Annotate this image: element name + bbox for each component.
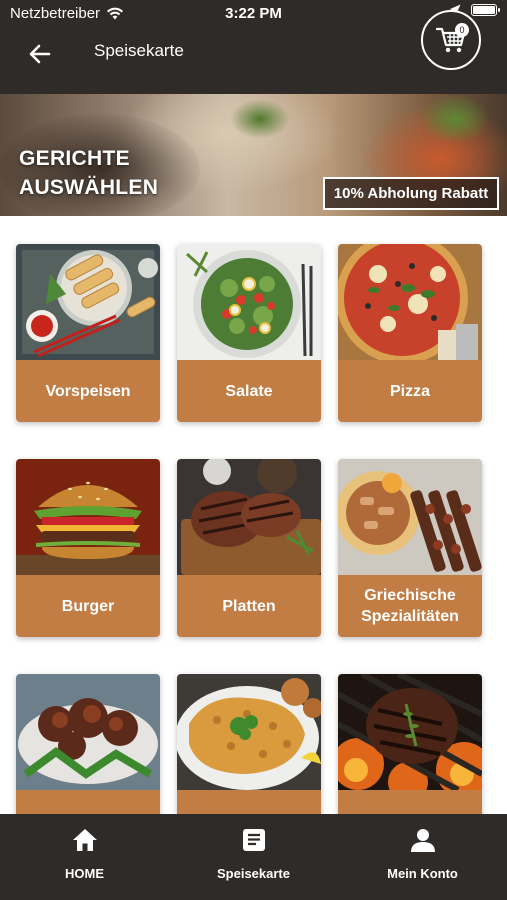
category-label-grillspezialitaeten: Grillspezialitäten [16, 790, 160, 814]
category-image-platten [177, 459, 321, 575]
category-grid: Vorspeisen Salate Pizza Burger Platten G… [0, 216, 507, 814]
category-image-schweineschnitzel [177, 674, 321, 790]
category-card-burger[interactable]: Burger [16, 459, 160, 637]
category-image-grillspezialitaeten [16, 674, 160, 790]
category-card-platten[interactable]: Platten [177, 459, 321, 637]
cart-count-badge: 0 [455, 23, 469, 37]
category-card-vorspeisen[interactable]: Vorspeisen [16, 244, 160, 422]
category-label-griechische-spezialitaeten: Griechische Spezialitäten [338, 575, 482, 637]
hero-banner: GERICHTE AUSWÄHLEN 10% Abholung Rabatt [0, 94, 507, 216]
category-label-platten: Platten [177, 575, 321, 637]
nav-speisekarte-label: Speisekarte [217, 866, 290, 881]
nav-mein-konto-label: Mein Konto [387, 866, 458, 881]
category-card-steak-vom-grill[interactable]: Steak vom Grill [338, 674, 482, 814]
hero-title: GERICHTE AUSWÄHLEN [19, 144, 158, 202]
category-label-burger: Burger [16, 575, 160, 637]
nav-home-label: HOME [65, 866, 104, 881]
category-card-pizza[interactable]: Pizza [338, 244, 482, 422]
back-button[interactable] [24, 38, 56, 70]
category-label-pizza: Pizza [338, 360, 482, 422]
category-label-salate: Salate [177, 360, 321, 422]
category-card-salate[interactable]: Salate [177, 244, 321, 422]
category-image-griechische-spezialitaeten [338, 459, 482, 575]
nav-mein-konto[interactable]: Mein Konto [338, 814, 507, 900]
user-icon [410, 829, 435, 852]
category-label-vorspeisen: Vorspeisen [16, 360, 160, 422]
category-image-steak-vom-grill [338, 674, 482, 790]
category-card-griechische-spezialitaeten[interactable]: Griechische Spezialitäten [338, 459, 482, 637]
category-image-salate [177, 244, 321, 360]
category-card-grillspezialitaeten[interactable]: Grillspezialitäten [16, 674, 160, 814]
category-image-vorspeisen [16, 244, 160, 360]
category-image-pizza [338, 244, 482, 360]
menu-card-icon [242, 829, 265, 851]
page-title: Speisekarte [94, 41, 184, 60]
cart-button[interactable] [421, 10, 481, 70]
category-label-schweineschnitzel: Schweineschnitzel [177, 790, 321, 814]
battery-icon [471, 4, 500, 16]
home-icon [72, 829, 97, 851]
category-image-burger [16, 459, 160, 575]
arrow-left-icon [29, 44, 51, 64]
promo-badge: 10% Abholung Rabatt [323, 177, 499, 210]
app-screen: Netzbetreiber 3:22 PM Speisekarte 0 GERI… [0, 0, 507, 900]
nav-speisekarte[interactable]: Speisekarte [169, 814, 338, 900]
bottom-navigation: HOME Speisekarte Mein Konto [0, 814, 507, 900]
category-label-steak-vom-grill: Steak vom Grill [338, 790, 482, 814]
hero-title-line2: AUSWÄHLEN [19, 176, 159, 199]
nav-home[interactable]: HOME [0, 814, 169, 900]
category-card-schweineschnitzel[interactable]: Schweineschnitzel [177, 674, 321, 814]
hero-title-line1: GERICHTE [19, 147, 130, 170]
